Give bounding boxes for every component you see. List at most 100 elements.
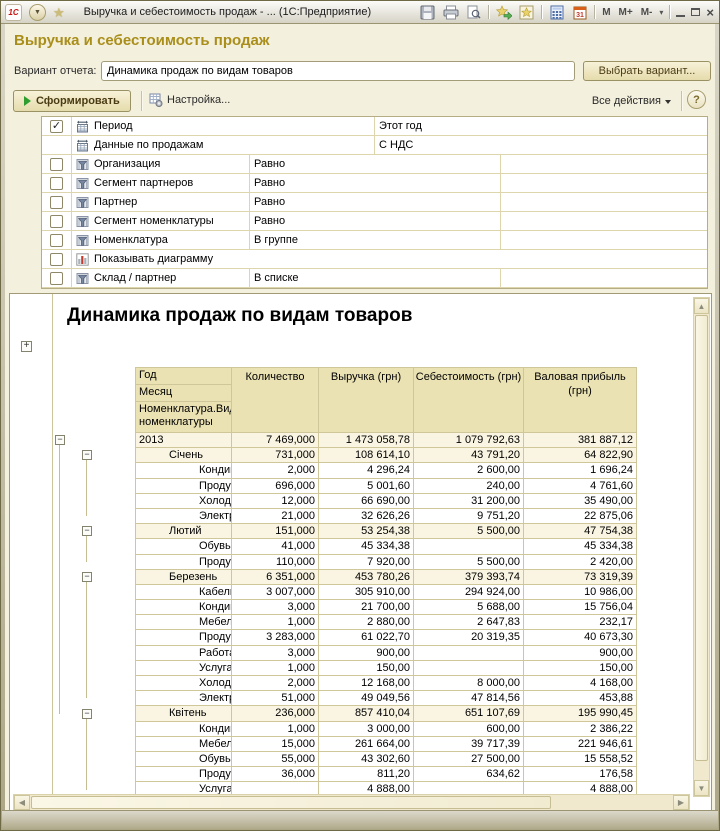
filter-checkbox[interactable] — [50, 214, 63, 228]
go-favorites-icon[interactable] — [495, 4, 512, 21]
table-row[interactable]: Продукты110,0007 920,005 500,002 420,00 — [136, 554, 637, 570]
table-row[interactable]: Обувь 41,000 45 334,38 45 334,38 — [136, 539, 637, 555]
all-actions-button[interactable]: Все действия — [592, 95, 671, 107]
checkbox-cell[interactable] — [42, 155, 72, 173]
filter-row[interactable]: Номенклатура В группе — [42, 231, 707, 250]
table-row[interactable]: Продукты36,000811,20634,62176,58 — [136, 767, 637, 783]
filter-name-cell[interactable]: Показывать диаграмму — [72, 250, 707, 268]
checkbox-cell[interactable] — [42, 174, 72, 192]
filter-row[interactable]: Данные по продажам С НДС — [42, 136, 707, 155]
help-button[interactable]: ? — [687, 90, 706, 109]
filter-name-cell[interactable]: Партнер — [72, 193, 250, 211]
group-row[interactable]: Березень 6 351,000 453 780,26 379 393,74 73 … — [136, 569, 637, 585]
filter-row[interactable]: Партнер Равно — [42, 193, 707, 212]
save-icon[interactable] — [419, 4, 436, 21]
filter-name-cell[interactable]: Сегмент партнеров — [72, 174, 250, 192]
filter-condition-cell[interactable]: Равно — [250, 193, 501, 211]
calculator-icon[interactable] — [548, 4, 565, 21]
report-variant-input[interactable]: Динамика продаж по видам товаров — [101, 61, 575, 81]
horizontal-scroll-thumb[interactable] — [31, 796, 551, 809]
filter-condition-cell[interactable]: В группе — [250, 231, 501, 249]
filter-checkbox[interactable] — [50, 233, 63, 247]
filter-value-cell[interactable] — [501, 193, 707, 211]
close-button[interactable]: × — [706, 6, 714, 19]
filter-name-cell[interactable]: Склад / партнер — [72, 269, 250, 287]
filter-condition-cell[interactable]: В списке — [250, 269, 501, 287]
filter-row[interactable]: Организация Равно — [42, 155, 707, 174]
filter-row[interactable]: Сегмент партнеров Равно — [42, 174, 707, 193]
filter-value-cell[interactable] — [501, 174, 707, 192]
filter-condition-cell[interactable]: Равно — [250, 174, 501, 192]
vertical-scroll-thumb[interactable] — [695, 315, 708, 761]
group-row[interactable]: Квітень 236,000 857 410,04 651 107,69 195 99… — [136, 706, 637, 722]
main-menu-button[interactable]: ▼ — [29, 3, 46, 21]
table-row[interactable]: Холодильники12,00066 690,0031 200,0035 4… — [136, 493, 637, 509]
filter-checkbox[interactable] — [50, 195, 63, 209]
table-row[interactable]: Электротовары51,00049 049,5647 814,56453… — [136, 691, 637, 707]
table-row[interactable]: Продукты696,0005 001,60240,004 761,60 — [136, 478, 637, 494]
filter-checkbox[interactable] — [50, 252, 63, 266]
checkbox-cell[interactable]: ✓ — [42, 117, 72, 135]
filter-row[interactable]: ✓ Период Этот год — [42, 117, 707, 136]
generate-button[interactable]: Сформировать — [13, 90, 131, 112]
memory-minus-button[interactable]: M- — [640, 7, 654, 18]
filter-checkbox[interactable] — [50, 176, 63, 190]
filter-name-cell[interactable]: Период — [72, 117, 375, 135]
table-row[interactable]: Работа 3,000 900,00 900,00 — [136, 645, 637, 661]
scroll-right-icon[interactable]: ▶ — [673, 795, 689, 810]
checkbox-cell[interactable] — [42, 212, 72, 230]
calendar-icon[interactable]: 31 — [571, 4, 588, 21]
collapse-group-button[interactable]: − — [82, 571, 92, 582]
checkbox-cell[interactable] — [42, 250, 72, 268]
choose-variant-button[interactable]: Выбрать вариант... — [583, 61, 711, 81]
filter-name-cell[interactable]: Данные по продажам — [72, 136, 375, 154]
collapse-group-button[interactable]: − — [82, 526, 92, 537]
memory-recall-button[interactable]: M — [601, 7, 611, 18]
table-row[interactable]: Продукты3 283,00061 022,7020 319,3540 67… — [136, 630, 637, 646]
toolbar-overflow-icon[interactable]: ▾ — [659, 8, 663, 17]
filter-condition-cell[interactable]: Равно — [250, 155, 501, 173]
memory-plus-button[interactable]: M+ — [618, 7, 634, 18]
scroll-down-icon[interactable]: ▼ — [694, 780, 709, 796]
table-row[interactable]: Кондиционеры3,00021 700,005 688,0015 756… — [136, 600, 637, 616]
expand-report-button[interactable]: + — [21, 341, 32, 352]
table-row[interactable]: Кондиционеры1,0003 000,00600,002 386,22 — [136, 721, 637, 737]
filter-name-cell[interactable]: Номенклатура — [72, 231, 250, 249]
filter-checkbox[interactable]: ✓ — [50, 119, 63, 133]
table-row[interactable]: Мебель15,000261 664,0039 717,39221 946,6… — [136, 736, 637, 752]
collapse-group-button[interactable]: − — [82, 708, 92, 719]
print-icon[interactable] — [442, 4, 459, 21]
vertical-scrollbar[interactable]: ▲ ▼ — [693, 297, 710, 797]
filter-name-cell[interactable]: Организация — [72, 155, 250, 173]
filter-value-cell[interactable] — [501, 231, 707, 249]
minimize-button[interactable] — [676, 15, 686, 17]
filter-checkbox[interactable] — [50, 157, 63, 171]
checkbox-cell[interactable] — [42, 269, 72, 287]
group-row[interactable]: Січень 731,000 108 614,10 43 791,20 64 822,9… — [136, 448, 637, 464]
filter-row[interactable]: Сегмент номенклатуры Равно — [42, 212, 707, 231]
filter-row[interactable]: Склад / партнер В списке — [42, 269, 707, 288]
print-preview-icon[interactable] — [465, 4, 482, 21]
group-row[interactable]: Лютий 151,000 53 254,38 5 500,00 47 754,38 — [136, 524, 637, 540]
favorites-star-icon[interactable]: ★ — [53, 6, 65, 19]
collapse-group-button[interactable]: − — [55, 435, 65, 445]
checkbox-cell[interactable] — [42, 231, 72, 249]
filter-value-cell[interactable]: С НДС — [375, 136, 707, 154]
table-row[interactable]: Кабели силовые NYM3 007,000305 910,00294… — [136, 584, 637, 601]
filter-row[interactable]: Показывать диаграмму — [42, 250, 707, 269]
group-row[interactable]: 2013 7 469,000 1 473 058,78 1 079 792,63 381… — [136, 433, 637, 449]
filter-value-cell[interactable] — [501, 212, 707, 230]
maximize-button[interactable] — [691, 8, 701, 16]
filter-name-cell[interactable]: Сегмент номенклатуры — [72, 212, 250, 230]
table-row[interactable]: Холодильники2,00012 168,008 000,004 168,… — [136, 676, 637, 692]
table-row[interactable]: Электротовары21,00032 626,269 751,2022 8… — [136, 508, 637, 525]
checkbox-cell[interactable] — [42, 193, 72, 211]
checkbox-cell[interactable] — [42, 136, 72, 154]
filter-value-cell[interactable]: Этот год — [375, 117, 707, 135]
add-favorite-icon[interactable] — [518, 4, 535, 21]
settings-button[interactable]: Настройка... — [149, 93, 230, 107]
horizontal-scrollbar[interactable]: ◀ ▶ — [13, 794, 690, 811]
table-row[interactable]: Обувь 55,000 43 302,60 27 500,00 15 558,52 — [136, 751, 637, 768]
collapse-group-button[interactable]: − — [82, 450, 92, 461]
scroll-left-icon[interactable]: ◀ — [14, 795, 30, 810]
